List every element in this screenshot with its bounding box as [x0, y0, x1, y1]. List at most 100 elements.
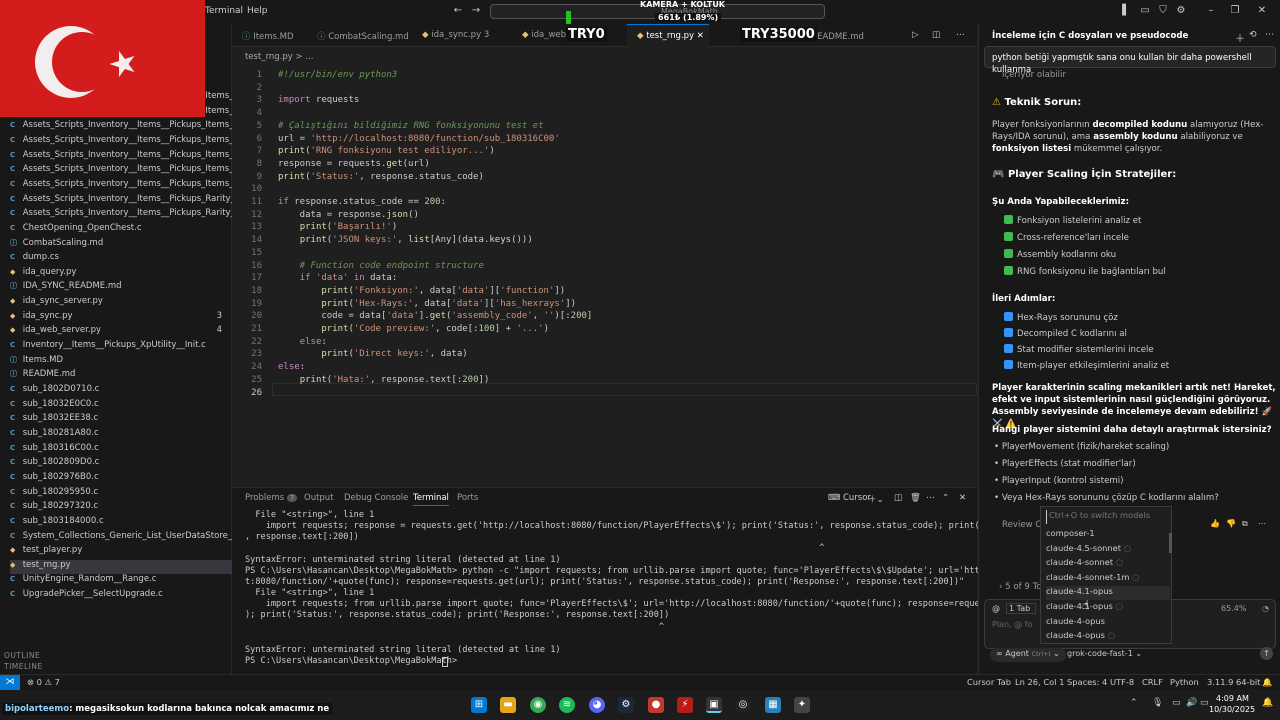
layout-panel-icon[interactable]: ▭: [1139, 5, 1151, 17]
explorer-item[interactable]: C Assets_Scripts_Inventory__Items__Picku…: [10, 164, 232, 178]
explorer-item[interactable]: C Assets_Scripts_Inventory__Items__Picku…: [10, 120, 232, 134]
explorer-item[interactable]: C Assets_Scripts_Inventory__Items__Picku…: [10, 150, 232, 164]
model-option[interactable]: claude-4-opus ◌: [1046, 630, 1170, 644]
tab-output[interactable]: Output: [304, 493, 334, 503]
record-app-icon[interactable]: ●: [648, 697, 664, 713]
explorer-item[interactable]: ◆ test_rng.py: [10, 559, 232, 574]
windows-start-icon[interactable]: ⊞: [471, 697, 487, 713]
volume-icon[interactable]: 🔊: [1186, 698, 1197, 708]
explorer-item[interactable]: C sub_1802976B0.c: [10, 472, 232, 486]
more-icon[interactable]: ⋯: [956, 24, 965, 47]
explorer-item[interactable]: C Inventory__Items__Pickups_XpUtility__I…: [10, 340, 232, 354]
gear-icon[interactable]: ⚙: [1175, 5, 1187, 17]
python-version[interactable]: 3.11.9 64-bit: [1207, 677, 1260, 687]
tab-ida-web[interactable]: ◆ ida_web: [522, 24, 566, 47]
explorer-item[interactable]: C sub_180295950.c: [10, 487, 232, 501]
explorer-item[interactable]: C sub_1803184000.c: [10, 516, 232, 530]
more-icon[interactable]: ⋯: [1258, 519, 1266, 528]
menu-terminal[interactable]: Terminal: [205, 6, 243, 16]
indentation[interactable]: Spaces: 4: [1067, 677, 1107, 687]
context-tab-chip[interactable]: 1 Tab: [1006, 603, 1036, 614]
more-icon[interactable]: ⋯: [1265, 30, 1274, 40]
send-icon[interactable]: ↑: [1260, 647, 1273, 660]
tab-items-md[interactable]: ⓘ Items.MD: [242, 24, 294, 47]
new-chat-icon[interactable]: ＋: [1235, 30, 1245, 45]
explorer-item[interactable]: C sub_18032EE38.c: [10, 413, 232, 427]
line-ending[interactable]: CRLF: [1142, 677, 1163, 687]
explorer-item[interactable]: C sub_180281A80.c: [10, 428, 232, 442]
close-icon[interactable]: ✕: [1256, 5, 1268, 17]
explorer-item[interactable]: ⓘ Items.MD: [10, 355, 232, 369]
back-icon[interactable]: ←: [452, 5, 464, 17]
cursor-tab-status[interactable]: Cursor Tab: [967, 677, 1011, 687]
bell-icon[interactable]: 🔔: [1262, 677, 1272, 688]
explorer-item[interactable]: C Assets_Scripts_Inventory__Items__Picku…: [10, 179, 232, 193]
explorer-item[interactable]: C System_Collections_Generic_List_UserDa…: [10, 531, 232, 545]
history-icon[interactable]: ⟲: [1249, 30, 1257, 40]
discord-icon[interactable]: ◕: [589, 697, 605, 713]
explorer-item[interactable]: C Assets_Scripts_Inventory__Items__Picku…: [10, 208, 232, 222]
explorer-item[interactable]: ◆ ida_sync.py 3: [10, 311, 232, 325]
code-editor[interactable]: 1 #!/usr/bin/env python3 2 3 import requests…: [232, 65, 977, 485]
model-option[interactable]: claude-4.1-opus ◌: [1046, 601, 1170, 615]
model-option[interactable]: claude-4.1-opus: [1046, 586, 1170, 601]
explorer-item[interactable]: C sub_1802809D0.c: [10, 457, 232, 471]
remote-icon[interactable]: ⋊: [0, 675, 20, 691]
photos-icon[interactable]: ▦: [765, 697, 781, 713]
explorer-item[interactable]: ◆ ida_web_server.py 4: [10, 325, 232, 339]
notification-icon[interactable]: 🔔: [1262, 698, 1273, 708]
explorer-item[interactable]: C sub_180297320.c: [10, 501, 232, 515]
language-mode[interactable]: Python: [1170, 677, 1199, 687]
explorer-item[interactable]: C UpgradePicker__SelectUpgrade.c: [10, 589, 232, 603]
clock-time[interactable]: 4:09 AM: [1216, 694, 1249, 703]
clock-date[interactable]: 10/30/2025: [1209, 705, 1255, 714]
restore-icon[interactable]: ❐: [1229, 5, 1241, 17]
tab-ida-sync[interactable]: ◆ ida_sync.py 3: [422, 24, 489, 47]
explorer-item[interactable]: C ChestOpening_OpenChest.c: [10, 223, 232, 237]
minimize-icon[interactable]: –: [1205, 5, 1217, 17]
app-icon[interactable]: ✦: [794, 697, 810, 713]
explorer-item[interactable]: ⓘ README.md: [10, 369, 232, 383]
explorer-item[interactable]: C UnityEngine_Random__Range.c: [10, 574, 232, 588]
model-option[interactable]: claude-4-sonnet ◌: [1046, 557, 1170, 571]
tab-debug-console[interactable]: Debug Console: [344, 493, 408, 503]
tab-combatscaling[interactable]: ⓘ CombatScaling.md: [317, 24, 409, 47]
tab-problems[interactable]: Problems 7: [245, 493, 298, 503]
new-terminal-icon[interactable]: ＋⌄: [868, 493, 884, 505]
problems-status[interactable]: ⊗ 0 ⚠ 7: [27, 677, 60, 687]
tray-chevron-icon[interactable]: ⌃: [1130, 698, 1138, 708]
forward-icon[interactable]: →: [470, 5, 482, 17]
explorer-item[interactable]: ⓘ IDA_SYNC_README.md: [10, 281, 232, 295]
explorer-item[interactable]: C dump.cs: [10, 252, 232, 266]
menu-help[interactable]: Help: [247, 6, 268, 16]
tab-ports[interactable]: Ports: [457, 493, 478, 503]
explorer-item[interactable]: C sub_1802D0710.c: [10, 384, 232, 398]
dropdown-scrollbar[interactable]: [1169, 533, 1172, 553]
explorer-item[interactable]: C sub_18032E0C0.c: [10, 399, 232, 413]
thumbs-down-icon[interactable]: 👎: [1226, 519, 1236, 528]
explorer-item[interactable]: ◆ test_player.py: [10, 545, 232, 559]
model-search-input[interactable]: Ctrl+O to switch models: [1046, 510, 1170, 524]
explorer-item[interactable]: C Assets_Scripts_Inventory__Items__Picku…: [10, 194, 232, 208]
more-icon[interactable]: ⋯: [926, 493, 935, 503]
explorer-item[interactable]: C Assets_Scripts_Inventory__Items__Picku…: [10, 135, 232, 149]
explorer-item[interactable]: ⓘ CombatScaling.md: [10, 238, 232, 252]
split-editor-icon[interactable]: ◫: [932, 24, 940, 47]
thumbs-up-icon[interactable]: 👍: [1210, 519, 1220, 528]
agent-mode-selector[interactable]: ∞ Agent Ctrl+I ⌄: [990, 648, 1066, 662]
model-option[interactable]: claude-4-opus: [1046, 616, 1170, 630]
maximize-panel-icon[interactable]: ⌃: [942, 493, 949, 503]
breadcrumb[interactable]: test_rng.py > ...: [245, 52, 313, 62]
encoding[interactable]: UTF-8: [1110, 677, 1134, 687]
run-icon[interactable]: ▷: [912, 24, 919, 47]
model-option[interactable]: claude-4-sonnet-1m ◌: [1046, 572, 1170, 586]
steam-icon[interactable]: ⚙: [618, 697, 634, 713]
split-terminal-icon[interactable]: ◫: [894, 493, 902, 503]
explorer-item[interactable]: ◆ ida_query.py: [10, 267, 232, 281]
tab-test-rng[interactable]: ◆ test_rng.py ✕: [627, 24, 709, 47]
obs-icon[interactable]: ◎: [735, 697, 751, 713]
chrome-icon[interactable]: ◉: [530, 697, 546, 713]
explorer-item[interactable]: ◆ ida_sync_server.py: [10, 296, 232, 310]
file-explorer-icon[interactable]: ▬: [500, 697, 516, 713]
spotify-icon[interactable]: ≋: [559, 697, 575, 713]
